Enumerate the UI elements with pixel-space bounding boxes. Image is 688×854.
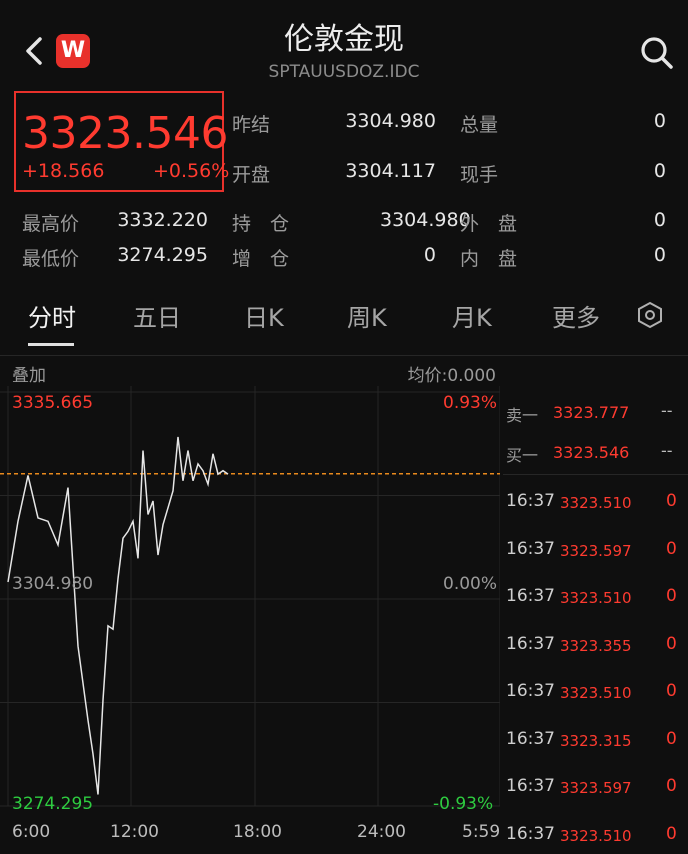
stat-value-prev-settle: 3304.980	[345, 110, 436, 132]
tab-monthly-k[interactable]: 月K	[452, 298, 492, 333]
sell-one-volume: --	[661, 401, 673, 420]
symbol-code: SPTAUUSDOZ.IDC	[268, 62, 420, 82]
y-bottom-label: 3274.295	[12, 794, 94, 814]
tick-price: 3323.355	[560, 637, 632, 655]
tick-time: 16:37	[506, 729, 555, 749]
tab-five-day[interactable]: 五日	[133, 298, 181, 333]
page-title: 伦敦金现	[284, 22, 404, 57]
last-price: 3323.546	[22, 108, 228, 159]
stat-value-total-volume: 0	[653, 110, 666, 132]
tick-time: 16:37	[506, 681, 555, 701]
buy-one-price: 3323.546	[553, 443, 630, 462]
settings-hexagon-icon	[638, 301, 662, 329]
stat-value-oi-change: 0	[423, 244, 436, 266]
tab-more[interactable]: 更多	[552, 298, 600, 333]
tick-volume: 0	[666, 586, 677, 606]
active-tab-indicator	[28, 343, 74, 346]
tab-intraday[interactable]: 分时	[28, 298, 76, 333]
divider	[503, 474, 688, 475]
tick-volume: 0	[666, 824, 677, 844]
stat-label-high: 最高价	[22, 213, 80, 235]
tick-price: 3323.510	[560, 589, 632, 607]
stat-label-open: 开盘	[232, 164, 271, 186]
tick-volume: 0	[666, 729, 677, 749]
overlay-button[interactable]: 叠加	[12, 361, 46, 386]
sell-one-label: 卖一	[506, 406, 539, 425]
buy-one-label: 买一	[506, 446, 539, 465]
tick-time: 16:37	[506, 586, 555, 606]
x-label-3: 24:00	[357, 822, 406, 842]
tick-volume: 0	[666, 634, 677, 654]
tick-time: 16:37	[506, 824, 555, 844]
sell-one-price: 3323.777	[553, 403, 630, 422]
tick-volume: 0	[666, 681, 677, 701]
y-mid-label: 3304.980	[12, 574, 94, 594]
stat-value-low: 3274.295	[117, 244, 208, 266]
tick-volume: 0	[666, 491, 677, 511]
stat-value-current-hand: 0	[653, 160, 666, 182]
pct-bottom-label: -0.93%	[433, 794, 494, 814]
stat-label-oi-change: 增 仓	[232, 248, 290, 270]
tick-price: 3323.597	[560, 542, 632, 560]
average-price-label: 均价:0.000	[407, 366, 496, 386]
stat-label-total-volume: 总量	[460, 114, 499, 136]
search-button[interactable]	[636, 32, 676, 72]
tick-price: 3323.510	[560, 494, 632, 512]
tick-price: 3323.510	[560, 827, 632, 845]
stat-value-open-interest: 3304.980	[380, 209, 471, 231]
tick-price: 3323.597	[560, 779, 632, 797]
pct-top-label: 0.93%	[443, 393, 498, 413]
stat-value-outer-disk: 0	[653, 209, 666, 231]
x-label-0: 6:00	[12, 822, 51, 842]
tick-time: 16:37	[506, 634, 555, 654]
intraday-chart[interactable]	[0, 386, 500, 820]
price-line	[7, 436, 229, 795]
chart-settings-button[interactable]	[636, 301, 664, 329]
search-icon	[641, 37, 673, 69]
tab-daily-k[interactable]: 日K	[244, 298, 284, 333]
stat-label-prev-settle: 昨结	[232, 114, 271, 136]
tick-time: 16:37	[506, 539, 555, 559]
stat-value-inner-disk: 0	[653, 244, 666, 266]
stat-label-current-hand: 现手	[460, 164, 499, 186]
pct-mid-label: 0.00%	[443, 574, 498, 594]
x-label-2: 18:00	[233, 822, 282, 842]
divider	[0, 355, 688, 356]
x-label-4: 5:59	[462, 822, 501, 842]
tick-price: 3323.510	[560, 684, 632, 702]
tick-volume: 0	[666, 776, 677, 796]
buy-one-volume: --	[661, 441, 673, 460]
stat-label-open-interest: 持 仓	[232, 213, 290, 235]
stat-label-inner-disk: 内 盘	[460, 248, 518, 270]
tick-time: 16:37	[506, 491, 555, 511]
tick-time: 16:37	[506, 776, 555, 796]
stat-value-high: 3332.220	[117, 209, 208, 231]
tab-weekly-k[interactable]: 周K	[347, 298, 387, 333]
price-change: +18.566	[22, 160, 105, 182]
stat-label-outer-disk: 外 盘	[460, 213, 518, 235]
tick-volume: 0	[666, 539, 677, 559]
price-change-pct: +0.56%	[153, 160, 230, 182]
stat-value-open: 3304.117	[345, 160, 436, 182]
x-label-1: 12:00	[110, 822, 159, 842]
y-top-label: 3335.665	[12, 393, 94, 413]
stat-label-low: 最低价	[22, 248, 80, 270]
tick-price: 3323.315	[560, 732, 632, 750]
